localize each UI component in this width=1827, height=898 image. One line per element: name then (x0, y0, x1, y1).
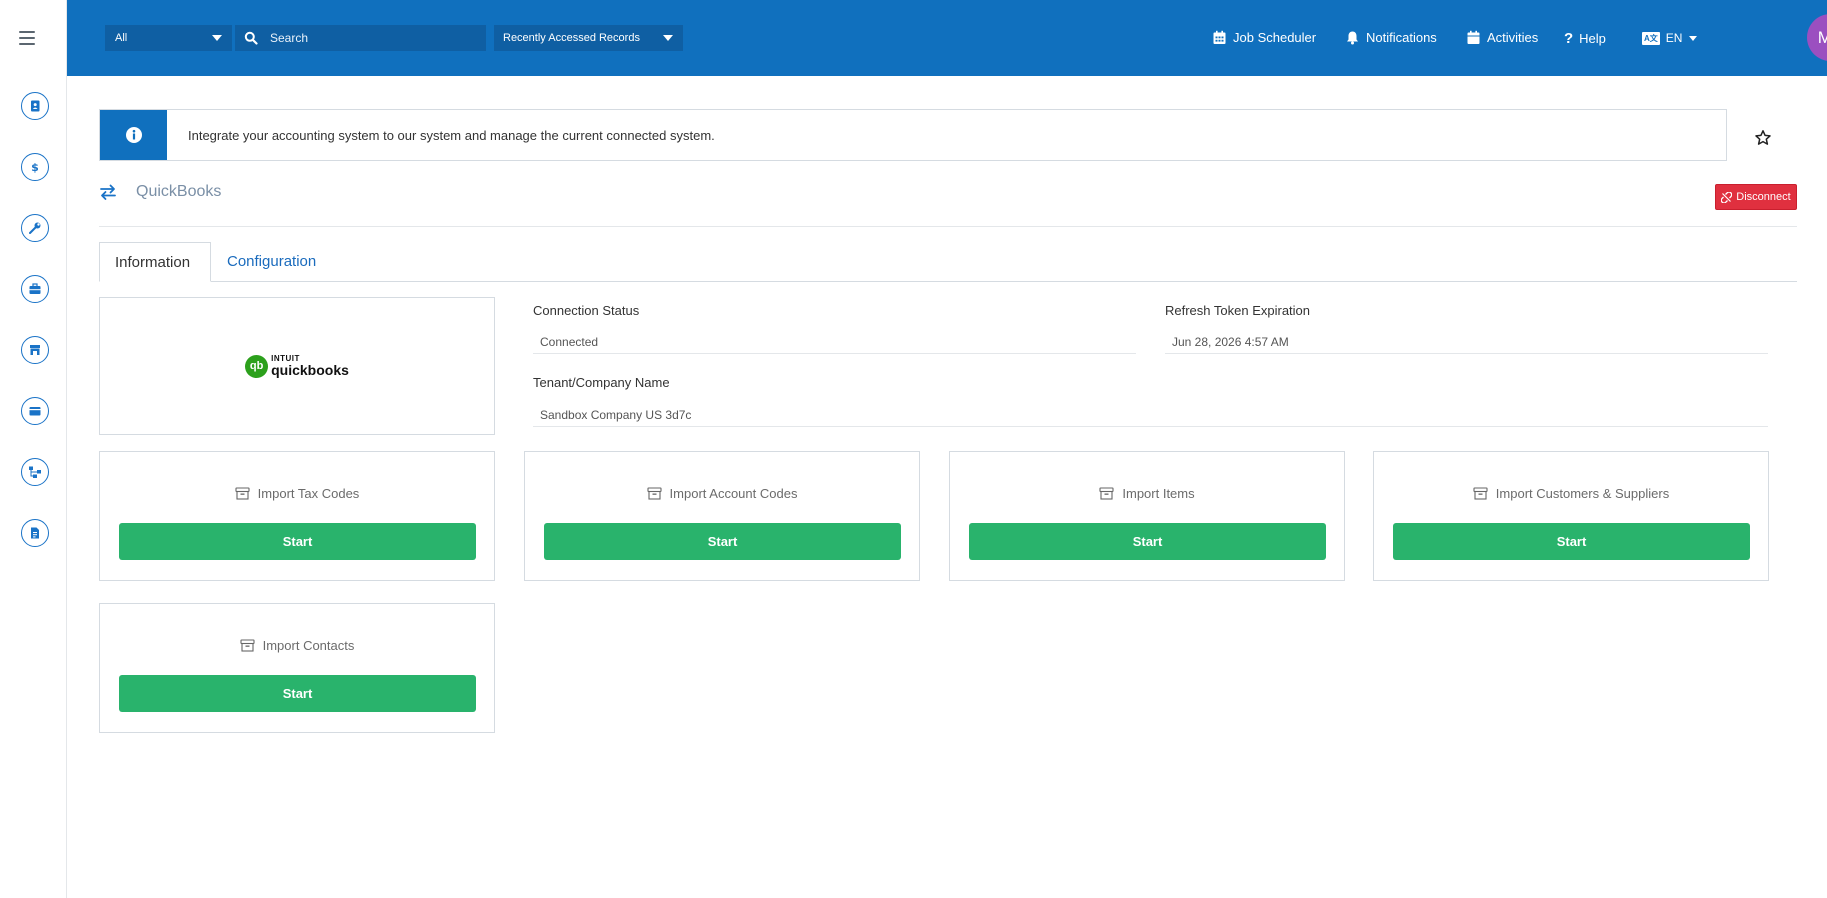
box-icon (240, 639, 255, 652)
dollar-icon[interactable]: $ (21, 153, 49, 181)
search-scope-value: All (115, 32, 128, 44)
start-button[interactable]: Start (969, 523, 1326, 560)
info-icon (100, 110, 167, 160)
import-title: Import Contacts (262, 638, 355, 653)
hamburger-menu-icon[interactable] (19, 31, 35, 45)
file-icon[interactable] (21, 519, 49, 547)
sidebar: $ (0, 0, 67, 898)
box-icon (1473, 487, 1488, 500)
chevron-down-icon (212, 35, 222, 41)
import-card-account-codes: Import Account Codes Start (524, 451, 920, 581)
recent-records-value: Recently Accessed Records (503, 32, 640, 44)
tab-information[interactable]: Information (99, 242, 211, 282)
quickbooks-mark: qb (245, 354, 269, 378)
disconnect-label: Disconnect (1736, 191, 1791, 203)
notifications-label: Notifications (1366, 30, 1437, 45)
box-icon (235, 487, 250, 500)
quickbooks-wordmark: quickbooks (271, 362, 349, 378)
divider (99, 226, 1797, 227)
start-button[interactable]: Start (544, 523, 901, 560)
notifications-link[interactable]: Notifications (1345, 30, 1437, 45)
quickbooks-logo: qb INTUIT quickbooks (245, 354, 349, 378)
avatar-initials: MS (1817, 27, 1827, 47)
connection-status-label: Connection Status (533, 303, 640, 318)
help-link[interactable]: ? Help (1564, 30, 1606, 47)
language-label: EN (1665, 31, 1683, 45)
activities-link[interactable]: Activities (1466, 30, 1538, 45)
calendar-icon (1213, 30, 1226, 44)
bell-icon (1347, 31, 1358, 45)
start-button[interactable]: Start (119, 675, 476, 712)
box-icon (1099, 487, 1114, 500)
refresh-token-value: Jun 28, 2026 4:57 AM (1165, 330, 1768, 354)
tabs-divider (99, 281, 1797, 282)
unlink-icon (1721, 191, 1733, 203)
contact-book-icon[interactable] (21, 92, 49, 120)
tab-configuration[interactable]: Configuration (212, 242, 331, 282)
svg-text:$: $ (31, 161, 39, 174)
translate-icon: A文 (1642, 31, 1660, 45)
job-scheduler-label: Job Scheduler (1233, 30, 1317, 45)
search-box[interactable] (235, 25, 486, 51)
exchange-arrows-icon (100, 184, 116, 200)
wrench-icon[interactable] (21, 214, 49, 242)
activities-label: Activities (1487, 30, 1539, 45)
quickbooks-logo-card: qb INTUIT quickbooks (99, 297, 495, 435)
integration-header: QuickBooks (99, 183, 221, 201)
tenant-label: Tenant/Company Name (533, 375, 670, 390)
import-title: Import Customers & Suppliers (1495, 486, 1670, 501)
search-input[interactable] (270, 31, 470, 45)
search-icon (244, 31, 258, 45)
import-title: Import Tax Codes (257, 486, 360, 501)
chevron-down-icon (1689, 35, 1698, 41)
info-banner: Integrate your accounting system to our … (99, 109, 1727, 161)
disconnect-button[interactable]: Disconnect (1715, 184, 1797, 210)
avatar[interactable]: MS (1807, 14, 1827, 61)
top-navbar: All Recently Accessed Records Job Schedu… (67, 0, 1827, 76)
import-card-contacts: Import Contacts Start (99, 603, 495, 733)
connection-status-value: Connected (533, 330, 1136, 354)
import-title: Import Items (1122, 486, 1195, 501)
start-button[interactable]: Start (119, 523, 476, 560)
sitemap-icon[interactable] (21, 458, 49, 486)
start-button[interactable]: Start (1393, 523, 1750, 560)
box-icon (646, 487, 662, 500)
star-icon[interactable] (1754, 129, 1772, 147)
import-title: Import Account Codes (669, 486, 798, 501)
info-banner-text: Integrate your accounting system to our … (188, 127, 715, 143)
import-card-tax-codes: Import Tax Codes Start (99, 451, 495, 581)
calendar-icon (1467, 30, 1480, 44)
chevron-down-icon (663, 35, 673, 41)
help-label: Help (1579, 31, 1606, 46)
import-card-items: Import Items Start (949, 451, 1345, 581)
job-scheduler-link[interactable]: Job Scheduler (1212, 30, 1316, 45)
recent-records-select[interactable]: Recently Accessed Records (494, 25, 683, 51)
refresh-token-label: Refresh Token Expiration (1165, 303, 1311, 318)
store-icon[interactable] (21, 336, 49, 364)
language-selector[interactable]: A文 EN (1642, 31, 1698, 45)
question-mark-icon: ? (1564, 30, 1574, 47)
tenant-value: Sandbox Company US 3d7c (533, 403, 1768, 427)
wallet-icon[interactable] (21, 397, 49, 425)
import-card-customers-suppliers: Import Customers & Suppliers Start (1373, 451, 1769, 581)
integration-title: QuickBooks (136, 183, 222, 200)
search-scope-select[interactable]: All (105, 25, 232, 51)
briefcase-icon[interactable] (21, 275, 49, 303)
